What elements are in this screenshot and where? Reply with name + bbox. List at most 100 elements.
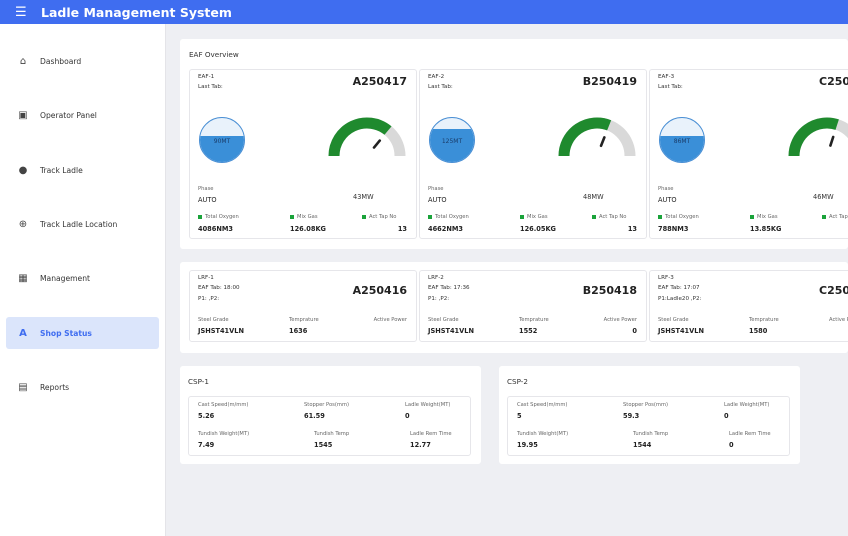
- lrf-card-3[interactable]: LRF-3 EAF Tab: 17:07 P1:Ladle20 ,P2: C25…: [649, 270, 848, 342]
- stopper-pos-value: 61.59: [304, 412, 325, 420]
- lrf-panel: LRF-1 EAF Tab: 18:00 P1: ,P2: A250416 St…: [180, 262, 848, 353]
- ladle-weight-label: Ladle Weight(MT): [724, 402, 770, 408]
- temperature-value: 1552: [519, 327, 538, 335]
- sidebar-item-label: Dashboard: [40, 56, 82, 66]
- sidebar-item-label: Track Ladle Location: [40, 219, 118, 229]
- panel-title: CSP-2: [507, 377, 528, 386]
- sidebar-item-management[interactable]: ▦ Management: [6, 262, 159, 294]
- steel-grade-label: Steel Grade: [198, 317, 229, 323]
- cast-speed-label: Cast Speed(m/mm): [517, 402, 568, 408]
- sidebar-item-track-ladle[interactable]: ● Track Ladle: [6, 154, 159, 186]
- last-tab-label: Last Tab:: [428, 84, 453, 90]
- temperature-label: Temprature: [749, 317, 779, 323]
- steel-grade-value: JSHST41VLN: [198, 327, 244, 335]
- crosshair-icon: ⊕: [18, 218, 28, 230]
- csp-metrics: Cast Speed(m/mm) Stopper Pos(mm) Ladle W…: [507, 396, 790, 456]
- power-gauge: [558, 117, 636, 157]
- power-gauge: [788, 117, 848, 157]
- mix-gas-label: Mix Gas: [290, 214, 318, 220]
- eaf-card-3[interactable]: EAF-3 Last Tab: C250 86MT 46MW Phase AUT…: [649, 69, 848, 239]
- phase-value: AUTO: [198, 196, 217, 204]
- total-oxygen-value: 4086NM3: [198, 225, 234, 233]
- total-oxygen-value: 4662NM3: [428, 225, 464, 233]
- cast-speed-value: 5.26: [198, 412, 215, 420]
- eaf-name: EAF-3: [658, 74, 675, 80]
- steel-grade-label: Steel Grade: [658, 317, 689, 323]
- sidebar-item-reports[interactable]: ▤ Reports: [6, 371, 159, 403]
- eaf-tab-time: EAF Tab: 17:36: [428, 285, 470, 291]
- power-value: 46MW: [813, 193, 834, 201]
- lrf-card-1[interactable]: LRF-1 EAF Tab: 18:00 P1: ,P2: A250416 St…: [189, 270, 417, 342]
- ladle-rem-time-label: Ladle Rem Time: [729, 431, 771, 437]
- triangle-icon: A: [19, 327, 27, 339]
- tundish-weight-label: Tundish Weight(MT): [517, 431, 569, 437]
- status-dot: [198, 214, 202, 219]
- eaf-card-2[interactable]: EAF-2 Last Tab: B250419 125MT 48MW Phase…: [419, 69, 647, 239]
- phase-value: AUTO: [658, 196, 677, 204]
- tundish-temp-value: 1545: [314, 441, 333, 449]
- total-oxygen-label: Total Oxygen: [658, 214, 699, 220]
- tundish-weight-value: 7.49: [198, 441, 215, 449]
- ladle-weight-label: Ladle Weight(MT): [405, 402, 451, 408]
- act-tap-no-label: Act Tap No: [362, 214, 396, 220]
- positions: P1: ,P2:: [198, 296, 220, 302]
- tundish-weight-value: 19.95: [517, 441, 538, 449]
- ladle-code: B250418: [582, 284, 637, 297]
- active-power-label: Active Power: [603, 317, 637, 323]
- gauge-fill: [788, 117, 839, 157]
- phase-value: AUTO: [428, 196, 447, 204]
- lrf-name: LRF-1: [198, 275, 214, 281]
- app-header: ☰ Ladle Management System: [0, 0, 848, 24]
- sidebar-item-track-ladle-location[interactable]: ⊕ Track Ladle Location: [6, 208, 159, 240]
- steel-grade-value: JSHST41VLN: [428, 327, 474, 335]
- ladle-level-indicator: 125MT: [429, 117, 475, 163]
- location-pin-icon: ●: [18, 164, 28, 176]
- steel-grade-label: Steel Grade: [428, 317, 459, 323]
- mix-gas-value: 13.85KG: [750, 225, 782, 233]
- mix-gas-label: Mix Gas: [750, 214, 778, 220]
- panel-title: CSP-1: [188, 377, 209, 386]
- eaf-name: EAF-2: [428, 74, 445, 80]
- ladle-weight: 86MT: [673, 138, 691, 145]
- status-dot: [520, 214, 524, 219]
- positions: P1: ,P2:: [428, 296, 450, 302]
- mix-gas-value: 126.08KG: [290, 225, 326, 233]
- total-oxygen-label: Total Oxygen: [428, 214, 469, 220]
- phase-label: Phase: [428, 186, 444, 192]
- gauge-needle: [599, 136, 606, 148]
- cast-speed-value: 5: [517, 412, 522, 420]
- status-dot: [592, 214, 596, 219]
- last-tab-label: Last Tab:: [198, 84, 223, 90]
- csp-metrics: Cast Speed(m/mm) Stopper Pos(mm) Ladle W…: [188, 396, 471, 456]
- status-dot: [362, 214, 366, 219]
- hamburger-menu-icon[interactable]: ☰: [15, 6, 29, 19]
- steel-grade-value: JSHST41VLN: [658, 327, 704, 335]
- sidebar-item-dashboard[interactable]: ⌂ Dashboard: [6, 45, 159, 77]
- active-power-label: Active Power: [829, 317, 848, 323]
- eaf-card-1[interactable]: EAF-1 Last Tab: A250417 90MT 43MW Phase …: [189, 69, 417, 239]
- grid-icon: ▦: [18, 272, 28, 284]
- temperature-value: 1580: [749, 327, 768, 335]
- positions: P1:Ladle20 ,P2:: [658, 296, 702, 302]
- ladle-fill: [430, 129, 474, 162]
- stopper-pos-label: Stopper Pos(mm): [623, 402, 669, 408]
- calendar-icon: ▣: [18, 109, 28, 121]
- ladle-weight: 90MT: [213, 138, 231, 145]
- panel-title: EAF Overview: [189, 50, 239, 59]
- sidebar: ⌂ Dashboard ▣ Operator Panel ● Track Lad…: [0, 24, 166, 536]
- sidebar-item-shop-status[interactable]: A Shop Status: [6, 317, 159, 349]
- power-gauge: [328, 117, 406, 157]
- ladle-rem-time-value: 12.77: [410, 441, 431, 449]
- tundish-weight-label: Tundish Weight(MT): [198, 431, 250, 437]
- gauge-needle: [829, 135, 835, 147]
- stopper-pos-value: 59.3: [623, 412, 640, 420]
- act-tap-no-value: 13: [397, 225, 407, 233]
- csp-2-panel: CSP-2 Cast Speed(m/mm) Stopper Pos(mm) L…: [499, 366, 800, 464]
- phase-label: Phase: [658, 186, 674, 192]
- ladle-code: B250419: [582, 75, 637, 88]
- lrf-card-2[interactable]: LRF-2 EAF Tab: 17:36 P1: ,P2: B250418 St…: [419, 270, 647, 342]
- sidebar-item-operator-panel[interactable]: ▣ Operator Panel: [6, 99, 159, 131]
- power-value: 43MW: [353, 193, 374, 201]
- eaf-tab-time: EAF Tab: 17:07: [658, 285, 700, 291]
- sidebar-item-label: Operator Panel: [40, 110, 97, 120]
